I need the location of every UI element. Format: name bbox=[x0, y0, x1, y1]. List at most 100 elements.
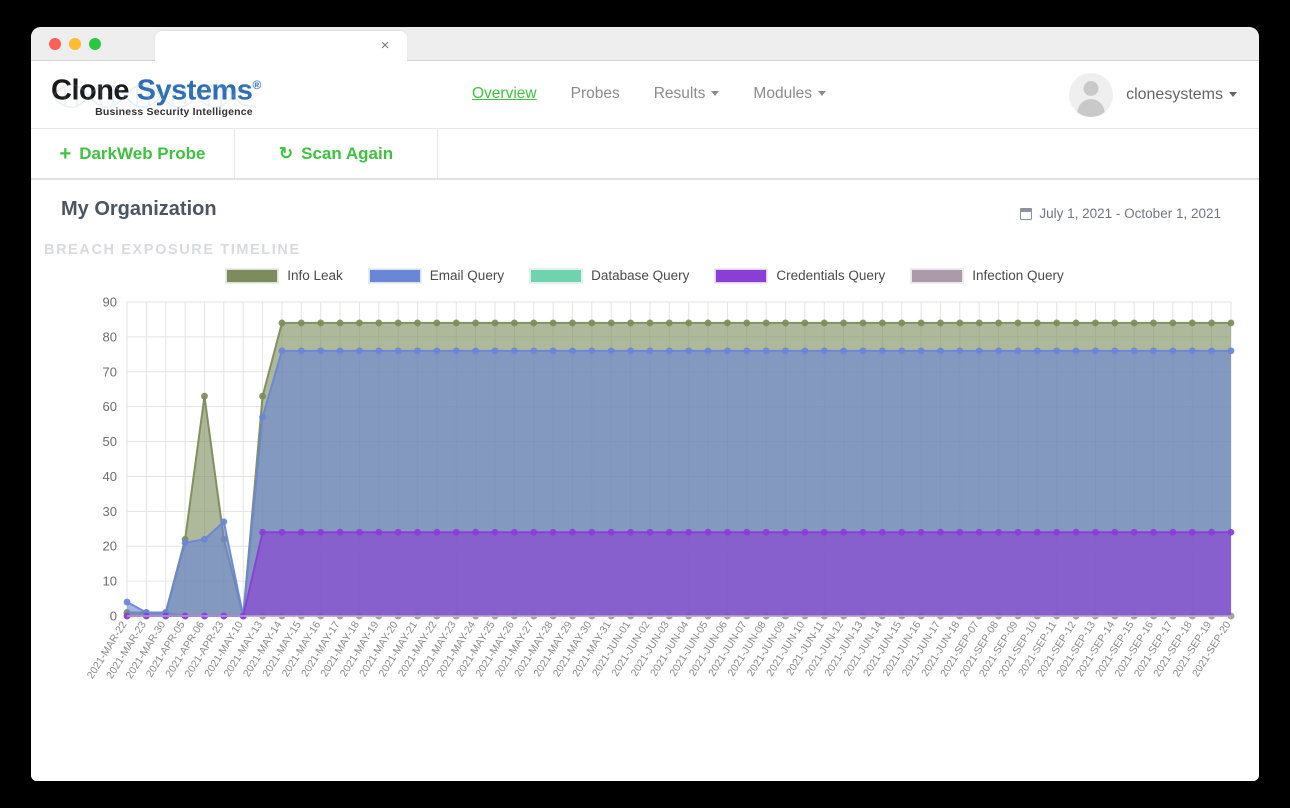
series-point[interactable] bbox=[878, 319, 886, 327]
series-point[interactable] bbox=[317, 319, 325, 327]
legend-item-infection-query[interactable]: Infection Query bbox=[911, 268, 1064, 283]
series-point[interactable] bbox=[549, 347, 557, 355]
tab-close-icon[interactable]: × bbox=[377, 38, 393, 54]
series-point[interactable] bbox=[1092, 528, 1099, 536]
legend-item-email-query[interactable]: Email Query bbox=[368, 268, 504, 283]
nav-item-overview[interactable]: Overview bbox=[471, 83, 538, 105]
series-point[interactable] bbox=[724, 319, 731, 327]
series-point[interactable] bbox=[956, 347, 964, 355]
browser-tab[interactable]: × bbox=[155, 31, 407, 62]
series-point[interactable] bbox=[840, 319, 848, 327]
series-point[interactable] bbox=[510, 528, 518, 536]
series-point[interactable] bbox=[1169, 347, 1177, 355]
series-point[interactable] bbox=[317, 528, 325, 536]
series-point[interactable] bbox=[820, 319, 828, 327]
series-point[interactable] bbox=[1188, 528, 1196, 536]
series-point[interactable] bbox=[1072, 528, 1080, 536]
series-point[interactable] bbox=[259, 392, 266, 400]
series-point[interactable] bbox=[259, 413, 266, 421]
minimize-window-icon[interactable] bbox=[69, 38, 81, 50]
series-point[interactable] bbox=[724, 347, 731, 355]
series-point[interactable] bbox=[1227, 528, 1235, 536]
series-point[interactable] bbox=[1053, 347, 1061, 355]
series-point[interactable] bbox=[995, 528, 1002, 536]
series-point[interactable] bbox=[898, 319, 906, 327]
series-point[interactable] bbox=[782, 347, 789, 355]
series-point[interactable] bbox=[1150, 528, 1157, 536]
series-point[interactable] bbox=[491, 347, 499, 355]
series-point[interactable] bbox=[530, 319, 538, 327]
series-point[interactable] bbox=[336, 319, 344, 327]
series-point[interactable] bbox=[1208, 347, 1216, 355]
nav-item-modules[interactable]: Modules bbox=[752, 83, 827, 105]
series-point[interactable] bbox=[569, 319, 576, 327]
series-point[interactable] bbox=[336, 347, 344, 355]
series-point[interactable] bbox=[375, 528, 383, 536]
series-point[interactable] bbox=[801, 319, 809, 327]
series-point[interactable] bbox=[1053, 528, 1061, 536]
series-point[interactable] bbox=[433, 347, 441, 355]
series-point[interactable] bbox=[278, 347, 286, 355]
series-point[interactable] bbox=[1130, 528, 1138, 536]
series-point[interactable] bbox=[1130, 347, 1138, 355]
series-point[interactable] bbox=[762, 347, 770, 355]
series-point[interactable] bbox=[452, 319, 460, 327]
series-point[interactable] bbox=[937, 347, 944, 355]
scan-again-button[interactable]: ↻ Scan Again bbox=[235, 129, 438, 178]
series-point[interactable] bbox=[259, 528, 266, 536]
series-point[interactable] bbox=[724, 528, 731, 536]
series-point[interactable] bbox=[1014, 528, 1022, 536]
series-point[interactable] bbox=[743, 347, 751, 355]
series-point[interactable] bbox=[549, 319, 557, 327]
series-point[interactable] bbox=[1033, 528, 1041, 536]
series-point[interactable] bbox=[704, 528, 712, 536]
series-point[interactable] bbox=[1092, 347, 1099, 355]
series-point[interactable] bbox=[1227, 319, 1235, 327]
series-point[interactable] bbox=[1072, 319, 1080, 327]
series-point[interactable] bbox=[704, 319, 712, 327]
series-point[interactable] bbox=[685, 528, 693, 536]
series-point[interactable] bbox=[1072, 347, 1080, 355]
series-point[interactable] bbox=[801, 347, 809, 355]
series-point[interactable] bbox=[375, 319, 383, 327]
legend-item-database-query[interactable]: Database Query bbox=[530, 268, 689, 283]
series-point[interactable] bbox=[975, 319, 983, 327]
series-point[interactable] bbox=[1111, 347, 1119, 355]
series-point[interactable] bbox=[220, 518, 228, 526]
series-point[interactable] bbox=[472, 347, 480, 355]
series-point[interactable] bbox=[356, 319, 363, 327]
series-point[interactable] bbox=[1033, 347, 1041, 355]
series-point[interactable] bbox=[859, 528, 867, 536]
legend-item-info-leak[interactable]: Info Leak bbox=[226, 268, 343, 283]
series-point[interactable] bbox=[452, 347, 460, 355]
series-point[interactable] bbox=[588, 319, 596, 327]
series-point[interactable] bbox=[665, 528, 673, 536]
series-point[interactable] bbox=[510, 319, 518, 327]
series-point[interactable] bbox=[1111, 528, 1119, 536]
series-point[interactable] bbox=[1014, 319, 1022, 327]
series-point[interactable] bbox=[665, 347, 673, 355]
series-point[interactable] bbox=[569, 347, 576, 355]
series-point[interactable] bbox=[1150, 347, 1157, 355]
series-point[interactable] bbox=[1111, 319, 1119, 327]
maximize-window-icon[interactable] bbox=[89, 38, 101, 50]
series-point[interactable] bbox=[859, 319, 867, 327]
series-point[interactable] bbox=[297, 319, 305, 327]
series-point[interactable] bbox=[743, 528, 751, 536]
series-point[interactable] bbox=[607, 528, 615, 536]
series-point[interactable] bbox=[336, 528, 344, 536]
series-point[interactable] bbox=[433, 528, 441, 536]
nav-item-results[interactable]: Results bbox=[653, 83, 721, 105]
series-point[interactable] bbox=[530, 347, 538, 355]
series-point[interactable] bbox=[356, 528, 363, 536]
series-point[interactable] bbox=[937, 528, 944, 536]
series-point[interactable] bbox=[181, 539, 189, 547]
series-point[interactable] bbox=[1130, 319, 1138, 327]
series-point[interactable] bbox=[801, 528, 809, 536]
series-point[interactable] bbox=[762, 319, 770, 327]
series-point[interactable] bbox=[995, 319, 1002, 327]
series-point[interactable] bbox=[685, 319, 693, 327]
series-point[interactable] bbox=[472, 528, 480, 536]
series-point[interactable] bbox=[917, 528, 925, 536]
series-point[interactable] bbox=[317, 347, 325, 355]
